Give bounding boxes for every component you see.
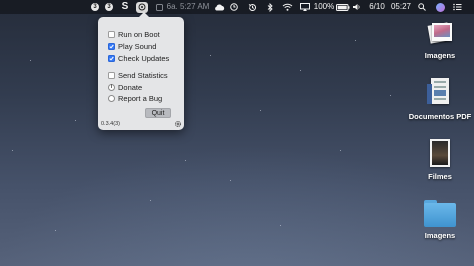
airplay-icon[interactable] (299, 0, 311, 14)
volume-icon[interactable] (351, 0, 361, 14)
quit-button[interactable]: Quit (145, 108, 171, 118)
badge-b-count: 3 (105, 3, 113, 11)
photos-folder-icon (427, 20, 453, 48)
play-sound-checkbox[interactable] (108, 43, 115, 50)
badge-app-icon[interactable]: 3 (90, 0, 100, 14)
desktop-icon-label: Imagens (424, 51, 456, 60)
check-updates-option[interactable]: Check Updates (108, 53, 169, 64)
wifi-icon[interactable] (281, 0, 293, 14)
pdf-documents-icon (427, 78, 453, 109)
send-statistics-option[interactable]: Send Statistics (108, 70, 168, 81)
badge-a-count: 3 (91, 3, 99, 11)
info-icon: i (108, 84, 115, 91)
movies-icon (427, 138, 453, 169)
desktop-icon-documentos-pdf[interactable]: Documentos PDF (408, 78, 472, 121)
play-sound-label: Play Sound (118, 42, 157, 51)
time-machine-icon[interactable] (246, 0, 258, 14)
check-updates-label: Check Updates (118, 54, 170, 63)
run-on-boot-label: Run on Boot (118, 30, 160, 39)
cloud-icon[interactable] (213, 0, 225, 14)
play-sound-option[interactable]: Play Sound (108, 41, 156, 52)
menu-bar: 3 3 S 6a. 5:27 AM 100% 6/10 05:27 (0, 0, 474, 14)
desktop-icon-label: Imagens (424, 231, 456, 240)
send-statistics-label: Send Statistics (118, 71, 168, 80)
donate-label: Donate (118, 83, 143, 92)
report-bug-label: Report a Bug (118, 94, 163, 103)
menu-extra-icon[interactable] (229, 0, 239, 14)
desktop-icon-label: Filmes (428, 172, 452, 181)
faded-clock-text: 6a. 5:27 AM (166, 2, 210, 11)
run-on-boot-option[interactable]: Run on Boot (108, 29, 160, 40)
bluetooth-icon[interactable] (264, 0, 276, 14)
report-bug-link[interactable]: Report a Bug (108, 93, 162, 104)
user-avatar-icon[interactable] (434, 0, 446, 14)
desktop-icon-imagens-folder[interactable]: Imagens (412, 200, 468, 240)
run-on-boot-checkbox[interactable] (108, 31, 115, 38)
desktop-icon-filmes[interactable]: Filmes (412, 138, 468, 181)
donate-link[interactable]: i Donate (108, 82, 142, 93)
time-text[interactable]: 05:27 (390, 0, 412, 14)
bug-icon (108, 95, 115, 102)
desktop-icon-imagens[interactable]: Imagens (412, 20, 468, 60)
blue-folder-icon (424, 200, 456, 228)
version-label: 0.3.4(3) (101, 121, 120, 127)
send-statistics-checkbox[interactable] (108, 72, 115, 79)
app-popup-menu: Run on Boot Play Sound Check Updates Sen… (98, 12, 184, 130)
gear-icon[interactable] (174, 120, 182, 128)
battery-icon[interactable] (335, 0, 351, 14)
notification-center-icon[interactable] (451, 0, 463, 14)
date-text[interactable]: 6/10 (368, 0, 386, 14)
s-app-icon[interactable]: S (119, 0, 131, 14)
battery-percent: 100% (313, 2, 335, 11)
faded-clock-icon (155, 0, 163, 14)
search-icon[interactable] (417, 0, 427, 14)
check-updates-checkbox[interactable] (108, 55, 115, 62)
desktop-icon-label: Documentos PDF (408, 112, 472, 121)
badge-app-icon-2[interactable]: 3 (104, 0, 114, 14)
